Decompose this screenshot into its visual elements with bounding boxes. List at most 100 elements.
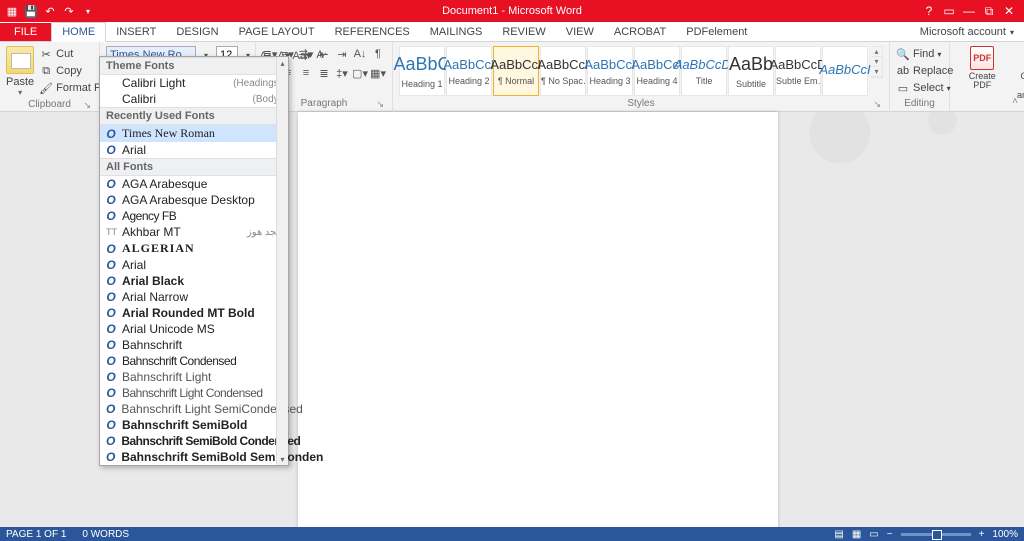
paste-button[interactable]: Paste ▾ [6, 46, 34, 97]
find-button[interactable]: 🔍Find▾ [896, 46, 941, 62]
style-item[interactable]: AaBbSubtitle [728, 46, 774, 96]
font-option[interactable]: OArial [100, 257, 288, 273]
style-item[interactable]: AaBbCcI¶ Normal [493, 46, 539, 96]
create-pdf-button[interactable]: PDF Create PDF [956, 46, 1009, 91]
tab-insert[interactable]: INSERT [106, 23, 166, 41]
style-item[interactable]: AaBbCHeading 1 [399, 46, 445, 96]
style-item[interactable]: AaBbCcDSubtle Em… [775, 46, 821, 96]
redo-icon[interactable]: ↷ [61, 3, 77, 19]
tab-pdfelement[interactable]: PDFelement [676, 23, 757, 41]
font-option[interactable]: OAGA Arabesque Desktop [100, 192, 288, 208]
undo-icon[interactable]: ↶ [42, 3, 58, 19]
style-item[interactable]: AaBbCcIHeading 2 [446, 46, 492, 96]
font-option[interactable]: OArial Rounded MT Bold [100, 305, 288, 321]
ribbon-tabs: FILE HOME INSERT DESIGN PAGE LAYOUT REFE… [0, 22, 1024, 42]
group-clipboard: Paste ▾ ✂Cut ⧉Copy 🖌Format Painter Clipb… [0, 42, 100, 112]
font-option[interactable]: OArial Black [100, 273, 288, 289]
zoom-level[interactable]: 100% [992, 529, 1018, 540]
font-option[interactable]: OArial Unicode MS [100, 321, 288, 337]
paragraph-launcher-icon[interactable]: ↘ [376, 99, 384, 110]
font-option[interactable]: OBahnschrift Condensed [100, 353, 288, 369]
font-option[interactable]: OAgency FB [100, 208, 288, 224]
quick-access-toolbar: ▦ 💾 ↶ ↷ ▾ [0, 3, 96, 19]
ribbon-display-icon[interactable]: ▭ [940, 4, 958, 18]
font-option[interactable]: OALGERIAN [100, 240, 288, 257]
find-icon: 🔍 [896, 47, 910, 61]
view-print-icon[interactable]: ▦ [852, 529, 861, 540]
justify-icon[interactable]: ≣ [316, 65, 332, 81]
tab-mailings[interactable]: MAILINGS [420, 23, 493, 41]
scroll-down-icon[interactable]: ▾ [277, 453, 288, 465]
select-button[interactable]: ▭Select▾ [896, 80, 951, 96]
view-web-icon[interactable]: ▭ [869, 529, 878, 540]
font-option[interactable]: OArial [100, 142, 288, 158]
gallery-up-icon[interactable]: ▴ [871, 47, 882, 57]
collapse-ribbon-icon[interactable]: ˄ [1012, 96, 1018, 107]
font-option[interactable]: OBahnschrift SemiBold SemiConden [100, 449, 288, 465]
scroll-up-icon[interactable]: ▴ [277, 57, 288, 69]
font-option[interactable]: OBahnschrift SemiBold [100, 417, 288, 433]
zoom-in-icon[interactable]: + [979, 529, 985, 540]
save-icon[interactable]: 💾 [23, 3, 39, 19]
align-right-icon[interactable]: ≡ [298, 65, 314, 81]
font-option[interactable]: OBahnschrift Light [100, 369, 288, 385]
tab-file[interactable]: FILE [0, 23, 51, 41]
font-option[interactable]: Calibri(Body) [100, 91, 288, 107]
shading-icon[interactable]: ▢▾ [352, 65, 368, 81]
decrease-indent-icon[interactable]: ⇤ [316, 46, 332, 62]
dropdown-scrollbar[interactable]: ▴ ▾ [276, 57, 288, 465]
font-option[interactable]: Calibri Light(Headings) [100, 75, 288, 91]
font-option[interactable]: OTimes New Roman [100, 125, 288, 142]
dd-header-recent: Recently Used Fonts [100, 107, 288, 125]
word-app-icon[interactable]: ▦ [4, 3, 20, 19]
style-item[interactable]: AaBbCcI¶ No Spac… [540, 46, 586, 96]
font-option[interactable]: OArial Narrow [100, 289, 288, 305]
status-page[interactable]: PAGE 1 OF 1 [6, 529, 66, 540]
font-option[interactable]: TTAkhbar MTأبجد هوز [100, 224, 288, 240]
group-label-editing: Editing [896, 96, 943, 112]
view-read-icon[interactable]: ▤ [834, 529, 843, 540]
style-item[interactable]: AaBbCcD.Title [681, 46, 727, 96]
tab-review[interactable]: REVIEW [492, 23, 555, 41]
document-page[interactable] [298, 112, 778, 532]
qat-customize-icon[interactable]: ▾ [80, 3, 96, 19]
close-icon[interactable]: ✕ [1000, 4, 1018, 18]
font-dropdown[interactable]: Theme Fonts Calibri Light(Headings)Calib… [99, 56, 289, 466]
status-words[interactable]: 0 WORDS [82, 529, 129, 540]
line-spacing-icon[interactable]: ‡▾ [334, 65, 350, 81]
borders-icon[interactable]: ▦▾ [370, 65, 386, 81]
help-icon[interactable]: ? [920, 4, 938, 18]
multilevel-icon[interactable]: ⇶▾ [298, 46, 314, 62]
styles-gallery-scroll[interactable]: ▴ ▾ ▾ [871, 46, 883, 78]
replace-button[interactable]: abReplace [896, 63, 953, 79]
dd-header-all: All Fonts [100, 158, 288, 176]
font-option[interactable]: OBahnschrift SemiBold Condensed [100, 433, 288, 449]
font-option[interactable]: OBahnschrift [100, 337, 288, 353]
select-icon: ▭ [896, 81, 910, 95]
style-item[interactable]: AaBbCcIHeading 3 [587, 46, 633, 96]
tab-page-layout[interactable]: PAGE LAYOUT [229, 23, 325, 41]
increase-indent-icon[interactable]: ⇥ [334, 46, 350, 62]
tab-view[interactable]: VIEW [556, 23, 604, 41]
account-menu[interactable]: Microsoft account▾ [910, 23, 1024, 41]
font-option[interactable]: OBahnschrift Light SemiCondensed [100, 401, 288, 417]
tab-acrobat[interactable]: ACROBAT [604, 23, 676, 41]
show-marks-icon[interactable]: ¶ [370, 46, 386, 62]
gallery-down-icon[interactable]: ▾ [871, 57, 882, 67]
styles-gallery[interactable]: AaBbCHeading 1AaBbCcIHeading 2AaBbCcI¶ N… [399, 46, 868, 96]
tab-home[interactable]: HOME [51, 22, 106, 42]
sort-icon[interactable]: A↓ [352, 46, 368, 62]
style-item[interactable]: AaBbCcI [822, 46, 868, 96]
zoom-slider[interactable] [901, 533, 971, 536]
font-option[interactable]: OBahnschrift Light Condensed [100, 385, 288, 401]
group-label-clipboard: Clipboard↘ [6, 97, 93, 113]
minimize-icon[interactable]: — [960, 4, 978, 18]
gallery-more-icon[interactable]: ▾ [871, 67, 882, 77]
tab-references[interactable]: REFERENCES [325, 23, 420, 41]
zoom-out-icon[interactable]: − [887, 529, 893, 540]
tab-design[interactable]: DESIGN [166, 23, 228, 41]
restore-icon[interactable]: ⧉ [980, 4, 998, 19]
clipboard-launcher-icon[interactable]: ↘ [83, 100, 91, 111]
styles-launcher-icon[interactable]: ↘ [873, 99, 881, 110]
font-option[interactable]: OAGA Arabesque [100, 176, 288, 192]
